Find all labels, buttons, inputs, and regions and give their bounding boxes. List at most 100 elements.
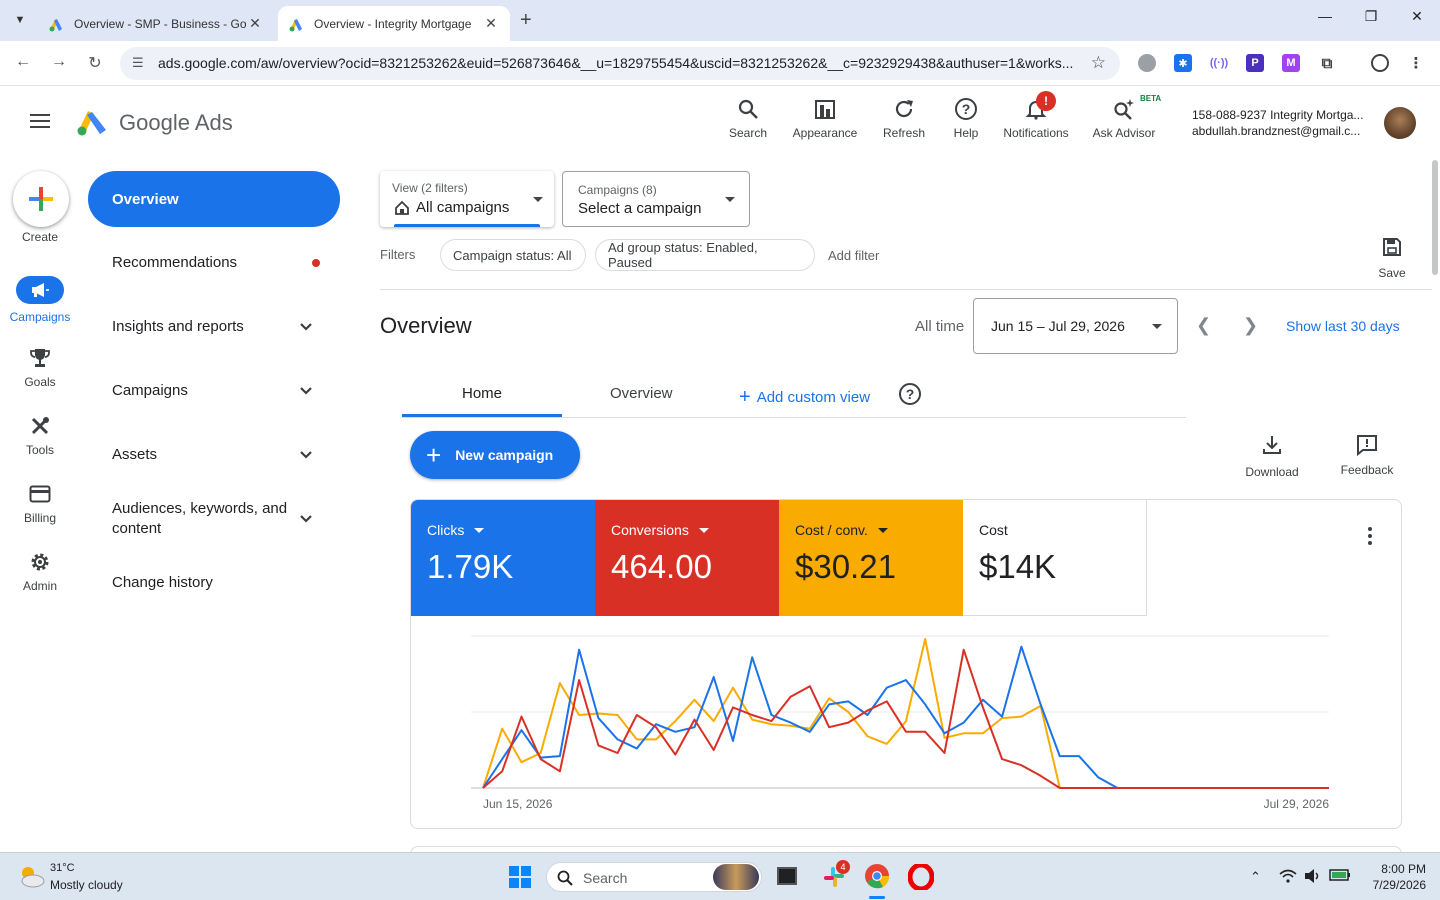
plus-multicolor-icon bbox=[29, 187, 53, 211]
date-range-picker[interactable]: Jun 15 – Jul 29, 2026 bbox=[973, 298, 1178, 354]
more-options-icon[interactable] bbox=[1368, 527, 1374, 548]
forward-arrow-icon[interactable]: → bbox=[49, 53, 69, 71]
next-period-icon[interactable]: ❯ bbox=[1243, 315, 1258, 336]
account-id: 158-088-9237 Integrity Mortga... bbox=[1192, 108, 1364, 122]
taskbar-search-box[interactable]: Search bbox=[546, 862, 762, 892]
custom-view-help-icon[interactable]: ? bbox=[899, 383, 921, 405]
rail-billing[interactable]: Billing bbox=[0, 481, 80, 525]
add-filter-button[interactable]: Add filter bbox=[828, 248, 879, 263]
metric-tile-cost[interactable]: Cost $14K bbox=[963, 500, 1147, 616]
avatar[interactable] bbox=[1384, 107, 1416, 139]
site-settings-icon[interactable]: ☰ bbox=[132, 55, 144, 71]
nav-insights-and-reports[interactable]: Insights and reports bbox=[112, 317, 322, 337]
battery-charging-icon[interactable] bbox=[1329, 868, 1351, 882]
view-filter-dropdown[interactable]: View (2 filters) All campaigns bbox=[380, 171, 554, 227]
metric-tile-clicks[interactable]: Clicks 1.79K bbox=[411, 500, 595, 616]
hamburger-menu-icon[interactable] bbox=[30, 114, 50, 132]
metric-name: Cost / conv. bbox=[795, 522, 868, 538]
search-button[interactable]: Search bbox=[722, 96, 774, 140]
weather-temperature[interactable]: 31°C bbox=[50, 862, 75, 874]
nav-audiences-keywords-content[interactable]: Audiences, keywords, and content bbox=[112, 499, 297, 539]
tab-overview[interactable]: Overview bbox=[610, 385, 673, 402]
view-filter-label: View (2 filters) bbox=[392, 181, 468, 195]
slack-badge: 4 bbox=[836, 860, 850, 874]
profile-icon[interactable] bbox=[1371, 54, 1389, 72]
weather-description[interactable]: Mostly cloudy bbox=[50, 878, 123, 892]
download-button[interactable]: Download bbox=[1240, 434, 1304, 479]
reload-icon[interactable]: ↻ bbox=[85, 53, 105, 73]
nav-overview[interactable]: Overview bbox=[88, 171, 340, 227]
nav-change-history[interactable]: Change history bbox=[112, 573, 322, 593]
back-arrow-icon[interactable]: ← bbox=[13, 53, 33, 71]
system-clock[interactable]: 8:00 PM 7/29/2026 bbox=[1366, 861, 1426, 893]
chevron-down-icon[interactable] bbox=[297, 382, 315, 400]
campaign-select-dropdown[interactable]: Campaigns (8) Select a campaign bbox=[562, 171, 750, 227]
save-button[interactable]: Save bbox=[1370, 237, 1414, 280]
extensions-puzzle-icon[interactable]: ⧉ bbox=[1318, 54, 1336, 72]
minimize-icon[interactable]: — bbox=[1315, 8, 1335, 24]
close-tab-icon[interactable]: ✕ bbox=[482, 15, 500, 32]
metric-tile-cost-per-conv[interactable]: Cost / conv. $30.21 bbox=[779, 500, 963, 616]
chevron-down-icon[interactable] bbox=[297, 446, 315, 464]
create-button[interactable] bbox=[13, 171, 69, 227]
chevron-down-icon[interactable] bbox=[297, 510, 315, 528]
browser-tab-smp[interactable]: Overview - SMP - Business - Go ✕ bbox=[38, 6, 274, 41]
dropdown-caret-icon[interactable] bbox=[698, 527, 709, 533]
search-icon bbox=[738, 99, 758, 119]
tab-home[interactable]: Home bbox=[462, 385, 502, 402]
browser-menu-icon[interactable]: ⋮ bbox=[1407, 54, 1425, 72]
ad-group-status-chip[interactable]: Ad group status: Enabled, Paused bbox=[595, 239, 815, 271]
volume-icon[interactable] bbox=[1304, 868, 1322, 884]
help-button[interactable]: ? Help bbox=[946, 96, 986, 140]
extension-p-icon[interactable]: P bbox=[1246, 54, 1264, 72]
download-label: Download bbox=[1245, 465, 1299, 479]
bookmark-star-icon[interactable]: ☆ bbox=[1091, 53, 1106, 73]
new-tab-button[interactable]: + bbox=[520, 9, 532, 32]
search-icon bbox=[557, 870, 573, 886]
campaign-select-value: Select a campaign bbox=[578, 200, 702, 217]
tray-overflow-chevron-icon[interactable]: ⌃ bbox=[1250, 869, 1261, 885]
refresh-icon bbox=[895, 100, 913, 118]
add-custom-view-button[interactable]: + Add custom view bbox=[739, 385, 870, 408]
browser-tab-integrity[interactable]: Overview - Integrity Mortgage ✕ bbox=[278, 6, 510, 41]
appearance-button[interactable]: Appearance bbox=[788, 96, 862, 140]
url-text[interactable]: ads.google.com/aw/overview?ocid=83212532… bbox=[158, 55, 1078, 71]
chrome-icon[interactable] bbox=[864, 863, 890, 889]
extension-disk-icon[interactable] bbox=[1138, 54, 1156, 72]
rail-goals[interactable]: Goals bbox=[0, 345, 80, 389]
show-last-30-days-link[interactable]: Show last 30 days bbox=[1286, 318, 1400, 334]
opera-icon[interactable] bbox=[908, 864, 934, 890]
nav-campaigns[interactable]: Campaigns bbox=[112, 381, 322, 401]
windows-start-icon[interactable] bbox=[509, 866, 531, 888]
dropdown-caret-icon[interactable] bbox=[474, 527, 485, 533]
campaign-status-chip[interactable]: Campaign status: All bbox=[440, 239, 586, 271]
restore-icon[interactable]: ❐ bbox=[1361, 8, 1381, 25]
previous-period-icon[interactable]: ❮ bbox=[1196, 315, 1211, 336]
rail-admin[interactable]: Admin bbox=[0, 549, 80, 593]
extension-broadcast-icon[interactable]: ((·)) bbox=[1210, 54, 1228, 72]
appearance-icon bbox=[815, 100, 835, 119]
dropdown-caret-icon[interactable] bbox=[877, 527, 888, 533]
page-scrollbar[interactable] bbox=[1432, 160, 1438, 275]
feedback-button[interactable]: Feedback bbox=[1336, 434, 1398, 477]
tab-search-button[interactable]: ▼ bbox=[8, 8, 32, 32]
close-window-icon[interactable]: ✕ bbox=[1407, 8, 1427, 25]
wifi-icon[interactable] bbox=[1279, 869, 1297, 883]
extension-m-icon[interactable]: M bbox=[1282, 54, 1300, 72]
rail-tools[interactable]: Tools bbox=[0, 413, 80, 457]
metric-tile-conversions[interactable]: Conversions 464.00 bbox=[595, 500, 779, 616]
address-bar[interactable]: ☰ ads.google.com/aw/overview?ocid=832125… bbox=[120, 47, 1120, 80]
file-explorer-icon[interactable] bbox=[777, 867, 797, 885]
refresh-button[interactable]: Refresh bbox=[876, 96, 932, 140]
rail-billing-label: Billing bbox=[23, 511, 56, 525]
weather-cloud-sun-icon[interactable] bbox=[16, 863, 46, 889]
nav-recommendations[interactable]: Recommendations bbox=[112, 253, 322, 273]
rail-campaigns[interactable]: Campaigns bbox=[0, 276, 80, 324]
chevron-down-icon[interactable] bbox=[297, 318, 315, 336]
close-tab-icon[interactable]: ✕ bbox=[246, 15, 264, 32]
new-campaign-button[interactable]: + New campaign bbox=[410, 431, 580, 479]
nav-assets[interactable]: Assets bbox=[112, 445, 322, 465]
account-switcher[interactable]: 158-088-9237 Integrity Mortga... abdulla… bbox=[1192, 107, 1372, 139]
extension-gear-icon[interactable]: ✱ bbox=[1174, 54, 1192, 72]
series-line-cost-conv[interactable] bbox=[482, 638, 1329, 789]
